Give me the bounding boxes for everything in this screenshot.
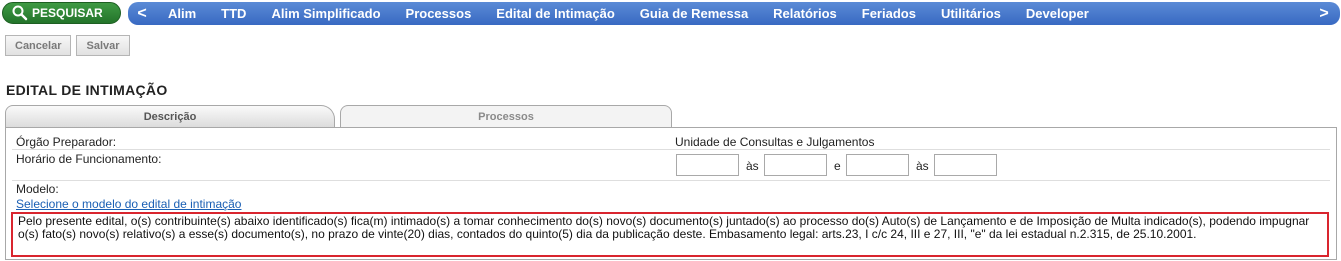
menu-item-alim-simplificado[interactable]: Alim Simplificado [271,6,380,21]
menu-item-utilitarios[interactable]: Utilitários [941,6,1001,21]
menu-scroll-right-icon[interactable]: > [1310,5,1338,23]
menu-item-alim[interactable]: Alim [168,6,196,21]
horario-fim-1-input[interactable] [764,154,827,176]
horario-fim-2-input[interactable] [934,154,997,176]
horario-sep-e: e [834,159,841,173]
menu-item-edital-de-intimacao[interactable]: Edital de Intimação [496,6,614,21]
search-button-label: PESQUISAR [32,6,103,20]
menu-scroll-left-icon[interactable]: < [128,5,156,23]
select-modelo-link[interactable]: Selecione o modelo do edital de intimaçã… [16,197,241,211]
divider [12,180,1330,181]
orgao-preparador-value: Unidade de Consultas e Julgamentos [675,135,875,149]
tab-descricao[interactable]: Descrição [5,105,335,127]
search-button[interactable]: PESQUISAR [2,2,121,24]
cancel-button[interactable]: Cancelar [5,35,72,56]
modelo-label: Modelo: [16,182,59,196]
menu-item-guia-de-remessa[interactable]: Guia de Remessa [640,6,748,21]
orgao-preparador-label: Órgão Preparador: [16,135,117,149]
save-button[interactable]: Salvar [76,35,130,56]
menu-item-processos[interactable]: Processos [406,6,472,21]
action-bar: Cancelar Salvar [5,35,130,56]
main-menu: < Alim TTD Alim Simplificado Processos E… [128,2,1340,25]
edital-text-area[interactable]: Pelo presente edital, o(s) contribuinte(… [11,212,1329,257]
horario-sep-as-1: às [746,159,759,173]
menu-item-ttd[interactable]: TTD [221,6,246,21]
tab-processos[interactable]: Processos [340,105,672,127]
menu-item-feriados[interactable]: Feriados [862,6,916,21]
descricao-panel: Órgão Preparador: Unidade de Consultas e… [5,127,1337,260]
horario-inicio-2-input[interactable] [846,154,909,176]
horario-funcionamento-label: Horário de Funcionamento: [16,152,162,166]
horario-inicio-1-input[interactable] [676,154,739,176]
top-bar: PESQUISAR < Alim TTD Alim Simplificado P… [0,0,1341,28]
page-title: EDITAL DE INTIMAÇÃO [6,82,168,98]
menu-item-relatorios[interactable]: Relatórios [773,6,837,21]
search-icon [12,5,28,21]
divider [12,149,1330,150]
horario-sep-as-2: às [916,159,929,173]
menu-item-developer[interactable]: Developer [1026,6,1089,21]
